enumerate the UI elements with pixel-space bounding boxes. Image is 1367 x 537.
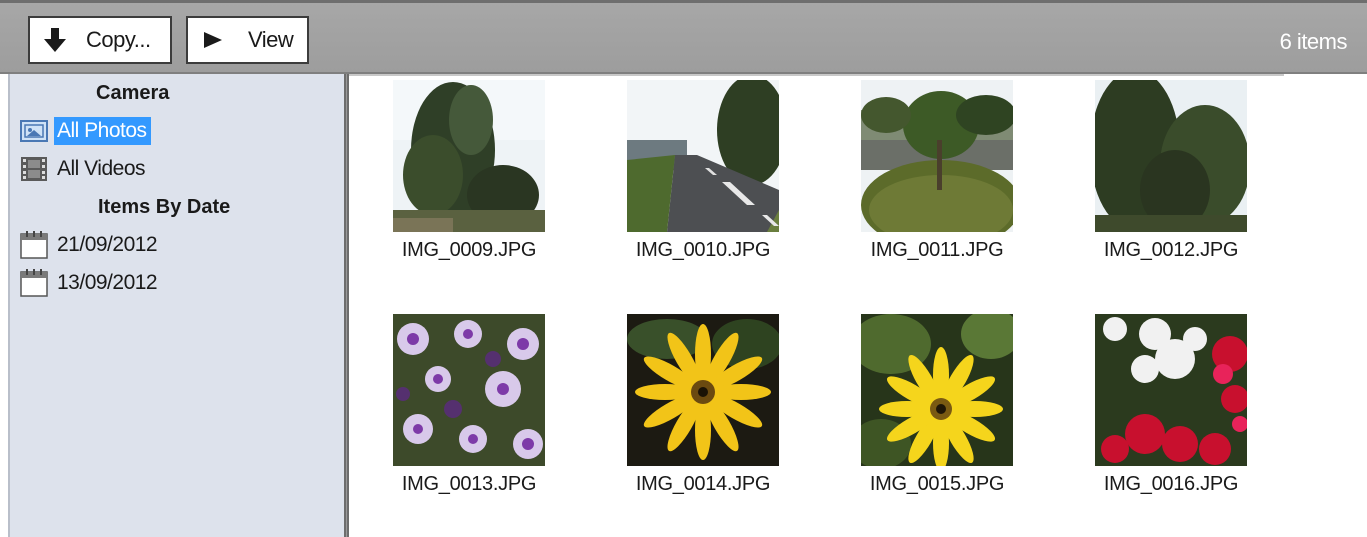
thumbnail-item[interactable]: IMG_0015.JPG (847, 314, 1027, 496)
film-icon (20, 155, 54, 183)
photo-thumbnail-road (627, 80, 779, 232)
photo-thumbnail-purple-flowers (393, 314, 545, 466)
photo-thumbnail-tall-trees (1095, 80, 1247, 232)
photo-thumbnail-white-red-flowers (1095, 314, 1247, 466)
sidebar: Camera All Photos All Videos Items By Da… (8, 74, 346, 537)
thumbnail-item[interactable]: IMG_0013.JPG (379, 314, 559, 496)
copy-button[interactable]: Copy... (28, 16, 172, 64)
play-icon (204, 31, 222, 49)
date-label-2: 13/09/2012 (57, 271, 158, 294)
date-label-1: 21/09/2012 (57, 233, 158, 256)
items-by-date-heading: Items By Date (98, 196, 231, 218)
item-count: 6 items (1279, 29, 1348, 54)
toolbar: Copy... View 6 items (0, 0, 1367, 74)
calendar-icon (20, 269, 54, 297)
thumbnail-caption: IMG_0012.JPG (1103, 239, 1239, 261)
view-button[interactable]: View (186, 16, 309, 64)
camera-heading: Camera (96, 82, 170, 104)
sidebar-item-date-2[interactable]: 13/09/2012 (20, 267, 161, 299)
photo-thumbnail-trees (393, 80, 545, 232)
all-videos-label: All Videos (57, 157, 146, 180)
copy-label: Copy... (86, 27, 151, 52)
thumbnail-caption: IMG_0009.JPG (401, 239, 537, 261)
sidebar-item-all-photos[interactable]: All Photos (20, 115, 151, 147)
photo-thumbnail-yellow-daisy (627, 314, 779, 466)
thumbnail-caption: IMG_0015.JPG (869, 473, 1005, 495)
thumbnail-caption: IMG_0010.JPG (635, 239, 771, 261)
arrow-down-icon (44, 28, 66, 52)
thumbnail-item[interactable]: IMG_0009.JPG (379, 80, 559, 262)
thumbnail-item[interactable]: IMG_0014.JPG (613, 314, 793, 496)
all-photos-label: All Photos (54, 117, 151, 145)
photo-thumbnail-roundabout (861, 80, 1013, 232)
sidebar-item-date-1[interactable]: 21/09/2012 (20, 229, 161, 261)
thumbnail-item[interactable]: IMG_0011.JPG (847, 80, 1027, 262)
thumbnail-caption: IMG_0011.JPG (870, 239, 1004, 261)
divider (349, 74, 1284, 76)
photo-icon (20, 117, 54, 145)
thumbnail-item[interactable]: IMG_0010.JPG (613, 80, 793, 262)
photo-thumbnail-yellow-flower (861, 314, 1013, 466)
thumbnail-item[interactable]: IMG_0012.JPG (1081, 80, 1261, 262)
photo-import-window: Copy... View 6 items Camera All Photos A… (0, 0, 1367, 537)
thumbnail-caption: IMG_0014.JPG (635, 473, 771, 495)
thumbnail-grid: IMG_0009.JPG IMG_0010.JPG IMG_0011.JPG I… (349, 74, 1367, 537)
sidebar-item-all-videos[interactable]: All Videos (20, 153, 149, 185)
thumbnail-caption: IMG_0013.JPG (401, 473, 537, 495)
thumbnail-item[interactable]: IMG_0016.JPG (1081, 314, 1261, 496)
thumbnail-caption: IMG_0016.JPG (1103, 473, 1239, 495)
calendar-icon (20, 231, 54, 259)
view-label: View (248, 27, 294, 52)
